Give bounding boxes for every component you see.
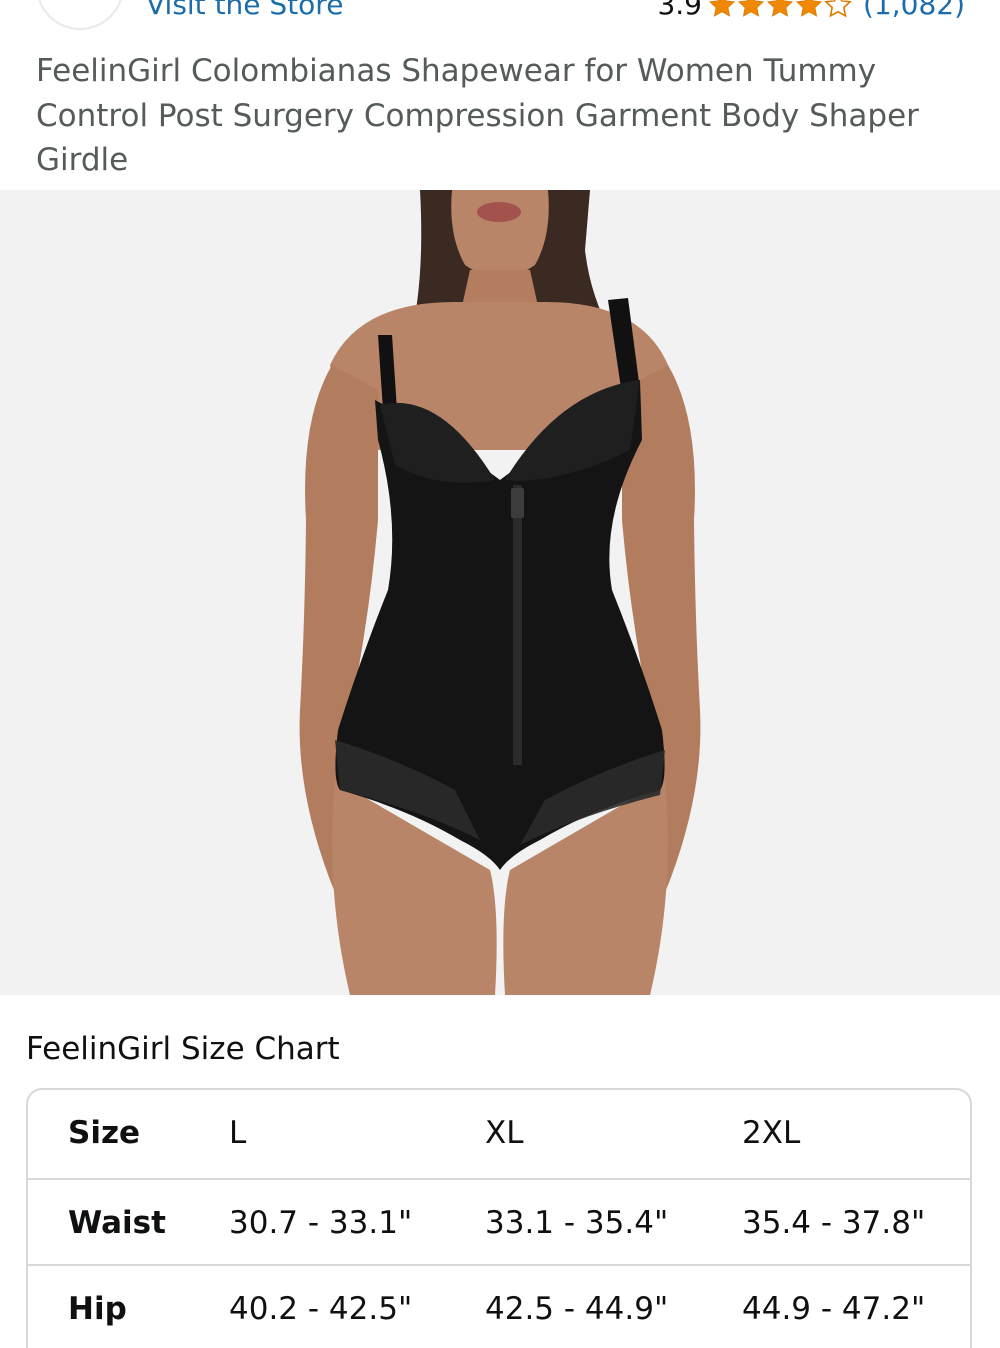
hip-2xl-value: 44.9 - 47.2" — [742, 1291, 926, 1327]
rating-summary[interactable]: 3.9 (1,082) — [657, 0, 965, 21]
visit-store-link[interactable]: Visit the Store — [146, 0, 343, 21]
size-header-row: Size L XL 2XL — [28, 1090, 970, 1176]
waist-label: Waist — [68, 1205, 166, 1241]
waist-row: Waist 30.7 - 33.1" 33.1 - 35.4" 35.4 - 3… — [28, 1178, 970, 1266]
size-2xl: 2XL — [742, 1115, 801, 1151]
product-photo-illustration — [299, 190, 701, 995]
star-full-icon — [795, 0, 823, 17]
store-logo[interactable] — [36, 0, 124, 30]
hip-l-value: 40.2 - 42.5" — [229, 1291, 413, 1327]
store-header: Visit the Store 3.9 (1,082) — [0, 0, 1000, 30]
hip-xl-value: 42.5 - 44.9" — [485, 1291, 669, 1327]
star-full-icon — [766, 0, 794, 17]
waist-l-value: 30.7 - 33.1" — [229, 1205, 413, 1241]
hip-row: Hip 40.2 - 42.5" 42.5 - 44.9" 44.9 - 47.… — [28, 1264, 970, 1348]
rating-value: 3.9 — [657, 0, 702, 21]
waist-2xl-value: 35.4 - 37.8" — [742, 1205, 926, 1241]
star-rating[interactable] — [708, 0, 853, 19]
product-title[interactable]: FeelinGirl Colombianas Shapewear for Wom… — [36, 49, 956, 183]
size-label: Size — [68, 1115, 141, 1151]
star-full-icon — [708, 0, 736, 17]
size-chart-heading: FeelinGirl Size Chart — [26, 1031, 340, 1067]
waist-xl-value: 33.1 - 35.4" — [485, 1205, 669, 1241]
hip-label: Hip — [68, 1291, 127, 1327]
star-empty-icon — [824, 0, 852, 17]
product-image[interactable] — [0, 190, 1000, 995]
rating-count-link[interactable]: (1,082) — [863, 0, 965, 21]
size-l: L — [229, 1115, 247, 1151]
size-chart-table: Size L XL 2XL Waist 30.7 - 33.1" 33.1 - … — [26, 1088, 972, 1348]
size-xl: XL — [485, 1115, 524, 1151]
star-full-icon — [737, 0, 765, 17]
